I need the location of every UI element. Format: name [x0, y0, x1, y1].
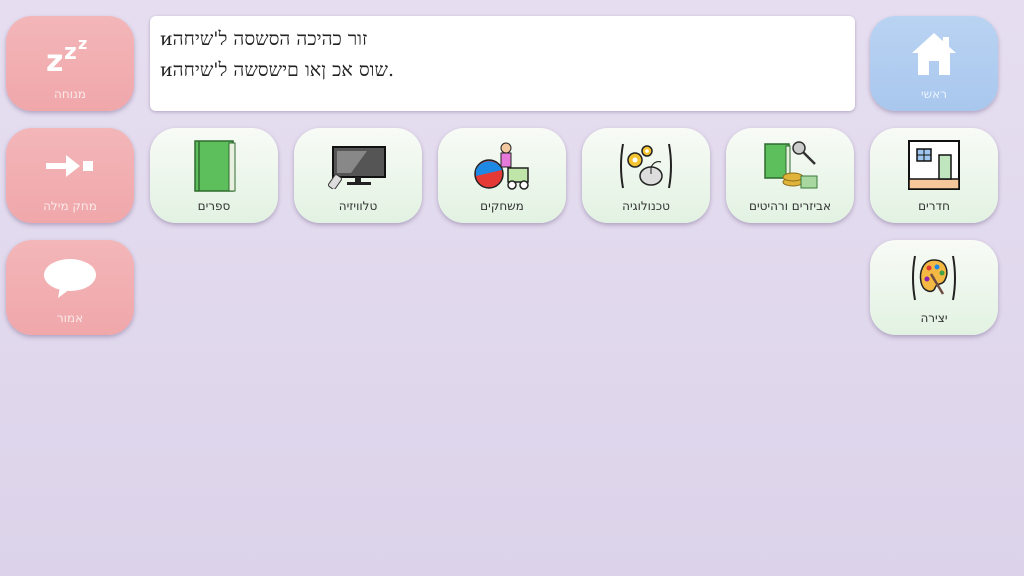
gears-mouse-icon: [582, 136, 710, 196]
home-icon: [870, 24, 998, 84]
toys-icon: [438, 136, 566, 196]
room-icon: [870, 136, 998, 196]
rest-label: מנוחה: [54, 87, 86, 101]
message-line-2: ᴎשוס אכ ןאו םישסשה ל'שיחה.: [160, 59, 394, 81]
rest-button[interactable]: z z z מנוחה: [6, 16, 134, 111]
speech-bubble-icon: [6, 248, 134, 308]
technology-button[interactable]: טכנולוגיה: [582, 128, 710, 223]
delete-word-button[interactable]: מחק מילה: [6, 128, 134, 223]
creation-label: יצירה: [920, 311, 948, 325]
palette-icon: [870, 248, 998, 308]
technology-label: טכנולוגיה: [622, 199, 670, 213]
svg-text:z: z: [64, 40, 77, 65]
svg-text:z: z: [78, 34, 87, 53]
objects-label: אביזרים ורהיטים: [748, 199, 832, 213]
creation-button[interactable]: יצירה: [870, 240, 998, 335]
delete-word-label: מחק מילה: [43, 199, 97, 213]
book-key-money-icon: [726, 136, 854, 196]
arrow-delete-icon: [6, 136, 134, 196]
rooms-button[interactable]: חדרים: [870, 128, 998, 223]
books-label: ספרים: [197, 199, 231, 213]
say-label: אמור: [56, 311, 84, 325]
say-button[interactable]: אמור: [6, 240, 134, 335]
tv-button[interactable]: טלוויזיה: [294, 128, 422, 223]
games-label: משחקים: [480, 199, 524, 213]
television-icon: [294, 136, 422, 196]
books-button[interactable]: ספרים: [150, 128, 278, 223]
book-icon: [150, 136, 278, 196]
sleep-zzz-icon: z z z: [6, 24, 134, 84]
games-button[interactable]: משחקים: [438, 128, 566, 223]
tv-label: טלוויזיה: [338, 199, 378, 213]
message-box[interactable]: ᴎזור כהיכה הסשסה ל'שיחה ᴎשוס אכ ןאו םישס…: [150, 16, 855, 111]
objects-button[interactable]: אביזרים ורהיטים: [726, 128, 854, 223]
home-label: ראשי: [921, 87, 947, 101]
message-line-1: ᴎזור כהיכה הסשסה ל'שיחה: [160, 28, 368, 50]
rooms-label: חדרים: [918, 199, 950, 213]
svg-text:z: z: [46, 44, 63, 79]
home-button[interactable]: ראשי: [870, 16, 998, 111]
